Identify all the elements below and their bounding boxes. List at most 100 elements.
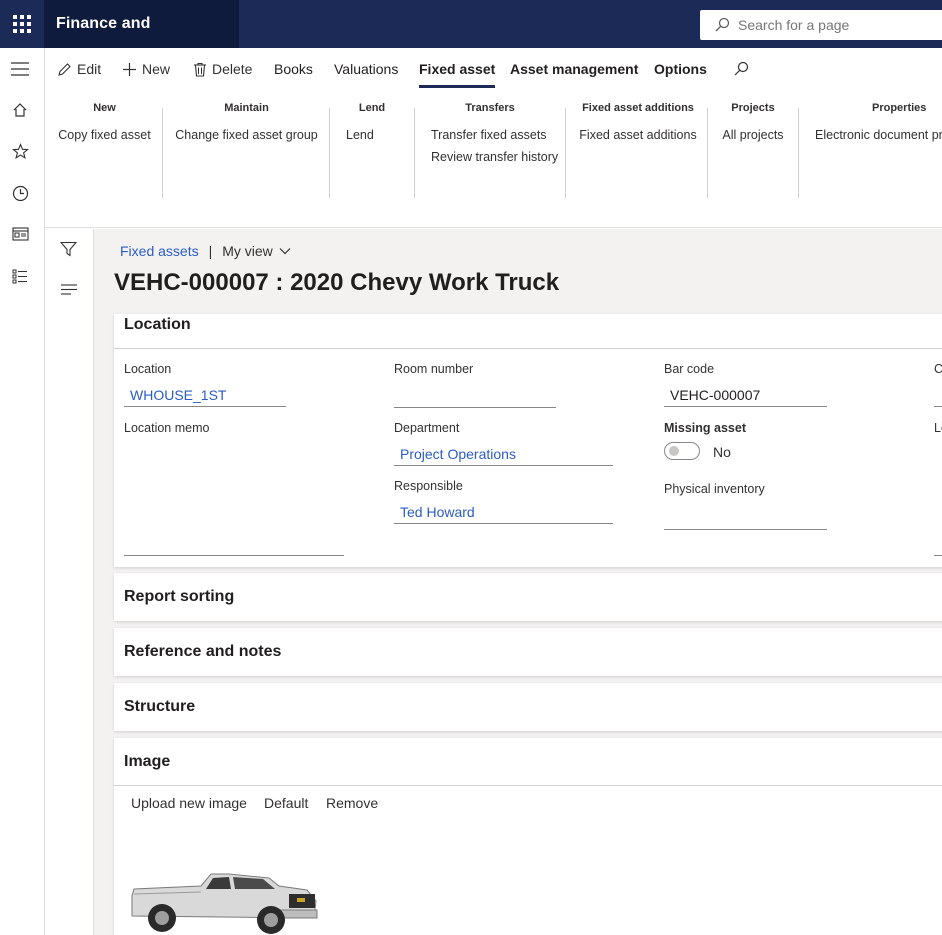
breadcrumb-link-fixed-assets[interactable]: Fixed assets xyxy=(120,243,199,259)
bar-code-field[interactable]: VEHC-000007 xyxy=(664,383,827,407)
delete-button[interactable]: Delete xyxy=(193,48,252,90)
workspaces-icon[interactable] xyxy=(10,224,30,244)
report-sorting-section[interactable]: Report sorting xyxy=(114,573,942,621)
ribbon-group-new: New Copy fixed asset xyxy=(57,102,152,198)
left-navigation xyxy=(0,48,45,935)
responsible-field[interactable]: Ted Howard xyxy=(394,500,613,524)
ribbon-group-properties: Properties Electronic document pro xyxy=(815,102,942,198)
copy-fixed-asset-button[interactable]: Copy fixed asset xyxy=(57,124,152,146)
location-field[interactable]: WHOUSE_1ST xyxy=(124,383,286,407)
filter-icon[interactable] xyxy=(59,241,78,260)
location-memo-field[interactable] xyxy=(124,441,344,556)
search-placeholder: Search for a page xyxy=(738,17,850,33)
group-title: Transfers xyxy=(465,102,515,114)
missing-asset-value: No xyxy=(713,444,731,460)
ribbon-separator xyxy=(798,108,799,198)
room-number-label: Room number xyxy=(394,362,474,376)
location-memo-label: Location memo xyxy=(124,421,210,435)
ribbon-separator xyxy=(565,108,566,198)
app-launcher-button[interactable] xyxy=(0,0,44,48)
remove-image-button[interactable]: Remove xyxy=(326,795,378,811)
action-pane: Edit New Delete Books Valuations Fixed a… xyxy=(45,48,942,90)
electronic-document-properties-button[interactable]: Electronic document pro xyxy=(815,124,942,146)
physical-inventory-field[interactable] xyxy=(664,506,827,530)
ribbon-group-transfers: Transfers Transfer fixed assets Review t… xyxy=(431,102,558,198)
image-section-header[interactable]: Image xyxy=(114,738,942,786)
group-title: Maintain xyxy=(224,102,269,114)
missing-asset-toggle[interactable] xyxy=(664,442,700,460)
page-side-strip xyxy=(45,229,94,935)
ribbon-separator xyxy=(414,108,415,198)
structure-header: Structure xyxy=(124,698,196,715)
fixed-asset-additions-button[interactable]: Fixed asset additions xyxy=(578,124,698,146)
ribbon-group-projects: Projects All projects xyxy=(720,102,786,198)
search-box[interactable]: Search for a page xyxy=(700,10,942,40)
page-title: VEHC-000007 : 2020 Chevy Work Truck xyxy=(114,269,560,296)
upload-new-image-button[interactable]: Upload new image xyxy=(131,795,247,811)
search-icon xyxy=(715,17,730,32)
group-title: Properties xyxy=(872,102,927,114)
column-4-label-1: C xyxy=(934,362,942,376)
delete-label: Delete xyxy=(212,61,253,77)
column-4-field-2[interactable] xyxy=(934,532,942,556)
action-search-button[interactable] xyxy=(733,48,749,90)
hamburger-menu-icon[interactable] xyxy=(10,59,30,79)
structure-section[interactable]: Structure xyxy=(114,683,942,731)
app-title[interactable]: Finance and Operations xyxy=(44,0,239,80)
group-title: New xyxy=(93,102,116,114)
location-section-header[interactable]: Location xyxy=(114,314,942,349)
new-label: New xyxy=(142,61,171,77)
tab-books[interactable]: Books xyxy=(274,48,313,90)
all-projects-button[interactable]: All projects xyxy=(720,124,786,146)
view-selector[interactable]: My view xyxy=(222,243,291,259)
review-transfer-history-button[interactable]: Review transfer history xyxy=(431,146,558,168)
column-4-field-1[interactable] xyxy=(934,383,942,407)
home-icon[interactable] xyxy=(10,100,30,120)
tab-options[interactable]: Options xyxy=(654,48,707,90)
top-bar: Finance and Operations Search for a page xyxy=(0,0,942,80)
edit-button[interactable]: Edit xyxy=(57,48,101,90)
plus-icon xyxy=(123,62,136,76)
ribbon-separator xyxy=(162,108,163,198)
lend-button[interactable]: Lend xyxy=(345,124,399,146)
location-label: Location xyxy=(124,362,172,376)
department-field[interactable]: Project Operations xyxy=(394,442,613,466)
reference-notes-section[interactable]: Reference and notes xyxy=(114,628,942,676)
bar-code-label: Bar code xyxy=(664,362,715,376)
department-label: Department xyxy=(394,421,460,435)
pickup-truck-image xyxy=(131,873,318,934)
breadcrumb-separator: | xyxy=(208,243,213,259)
column-4-label-2: Lo xyxy=(934,421,942,435)
location-section: Location Location WHOUSE_1ST Location me… xyxy=(114,314,942,567)
physical-inventory-label: Physical inventory xyxy=(664,482,765,496)
change-fixed-asset-group-button[interactable]: Change fixed asset group xyxy=(175,124,318,146)
group-title: Projects xyxy=(731,102,775,114)
tab-valuations[interactable]: Valuations xyxy=(334,48,398,90)
tab-asset-management[interactable]: Asset management xyxy=(510,48,638,90)
image-section: Image Upload new image Default Remove xyxy=(114,738,942,935)
main-content: Fixed assets | My view VEHC-000007 : 202… xyxy=(94,229,942,935)
report-sorting-header: Report sorting xyxy=(124,588,235,605)
group-title: Lend xyxy=(358,102,386,114)
modules-list-icon[interactable] xyxy=(10,266,30,286)
trash-icon xyxy=(194,62,206,77)
ribbon-group-fixed-asset-additions: Fixed asset additions Fixed asset additi… xyxy=(578,102,698,198)
pencil-icon xyxy=(58,62,71,76)
search-icon xyxy=(734,61,749,76)
list-lines-icon[interactable] xyxy=(61,283,77,298)
view-selector-label: My view xyxy=(222,243,273,259)
recent-clock-icon[interactable] xyxy=(10,183,30,203)
ribbon: New Copy fixed asset Maintain Change fix… xyxy=(45,90,942,228)
missing-asset-label: Missing asset xyxy=(664,421,746,435)
tab-fixed-asset[interactable]: Fixed asset xyxy=(419,48,496,90)
asset-image xyxy=(129,856,319,935)
chevron-down-icon xyxy=(279,248,291,255)
transfer-fixed-assets-button[interactable]: Transfer fixed assets xyxy=(431,124,549,146)
waffle-icon xyxy=(13,15,31,33)
new-button[interactable]: New xyxy=(122,48,170,90)
favorites-star-icon[interactable] xyxy=(10,141,30,161)
default-image-button[interactable]: Default xyxy=(264,795,308,811)
reference-notes-header: Reference and notes xyxy=(124,643,282,660)
ribbon-separator xyxy=(329,108,330,198)
room-number-field[interactable] xyxy=(394,384,556,408)
